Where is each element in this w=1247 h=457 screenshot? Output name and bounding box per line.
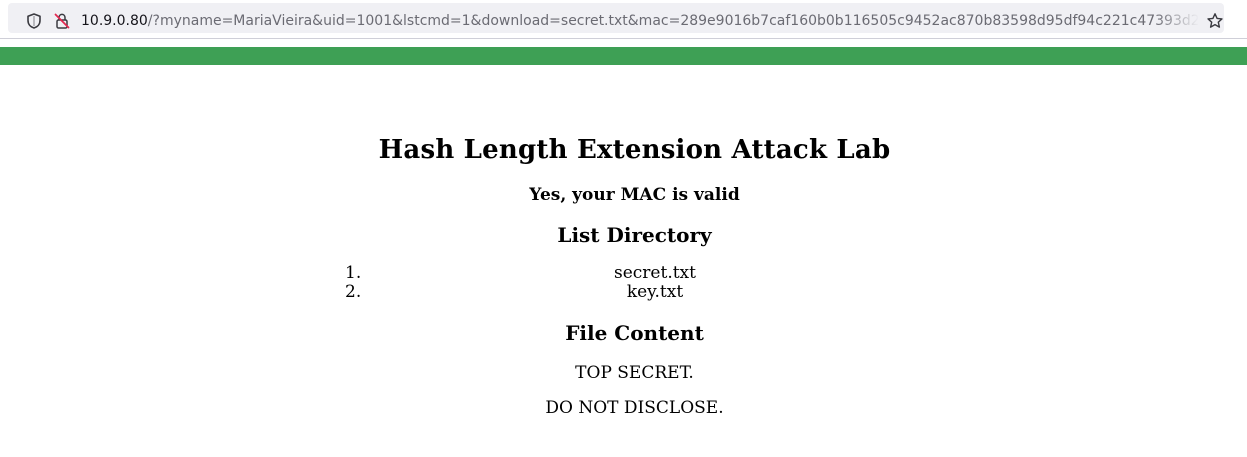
url-path: /?myname=MariaVieira&uid=1001&lstcmd=1&d… bbox=[147, 13, 1199, 29]
page-title: Hash Length Extension Attack Lab bbox=[378, 135, 891, 165]
file-name: secret.txt bbox=[614, 263, 696, 283]
url-host: 10.9.0.80 bbox=[81, 13, 148, 29]
file-list: 1. secret.txt 2. key.txt bbox=[345, 264, 925, 302]
list-item: 2. key.txt bbox=[345, 283, 925, 302]
url-bar[interactable]: 10.9.0.80/?myname=MariaVieira&uid=1001&l… bbox=[8, 3, 1224, 33]
header-bar bbox=[0, 47, 1247, 65]
shield-icon[interactable] bbox=[25, 12, 43, 30]
mac-status: Yes, your MAC is valid bbox=[529, 185, 740, 205]
file-content-line: TOP SECRET. bbox=[575, 363, 694, 383]
star-icon[interactable] bbox=[1206, 12, 1224, 30]
list-item: 1. secret.txt bbox=[345, 264, 925, 283]
file-content-heading: File Content bbox=[565, 321, 704, 345]
url-text[interactable]: 10.9.0.80/?myname=MariaVieira&uid=1001&l… bbox=[81, 11, 1199, 31]
list-directory-heading: List Directory bbox=[557, 223, 712, 247]
browser-toolbar: 10.9.0.80/?myname=MariaVieira&uid=1001&l… bbox=[0, 0, 1247, 38]
file-name: key.txt bbox=[626, 282, 684, 302]
toolbar-divider bbox=[0, 38, 1247, 39]
insecure-lock-icon[interactable] bbox=[53, 12, 71, 30]
file-content-line: DO NOT DISCLOSE. bbox=[545, 398, 724, 418]
